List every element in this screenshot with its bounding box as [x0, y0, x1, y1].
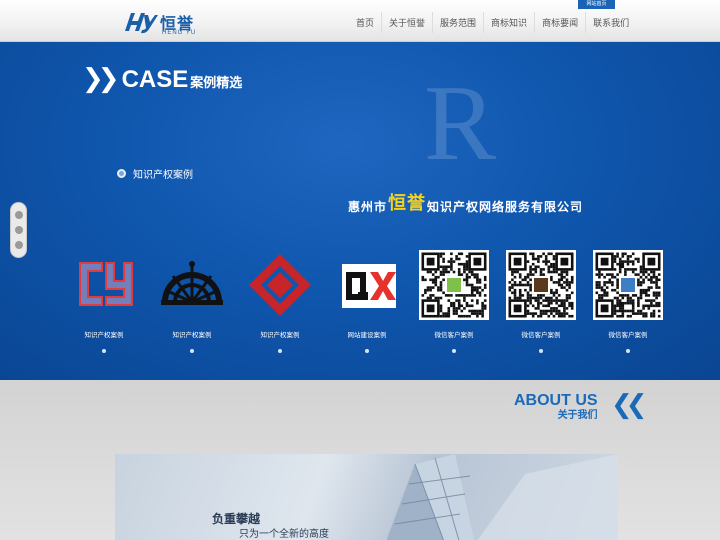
- qr-code-icon: [506, 250, 576, 320]
- nav-trademark-news[interactable]: 商标要闻: [534, 12, 585, 33]
- case-item-dot: [626, 349, 630, 353]
- case-title-en: CASE: [121, 66, 189, 93]
- case-list: 知识产权案例 知识产权案例 知识产权案例 网站建设案例 微信客户案例 微信客户案…: [60, 250, 680, 353]
- case-tagline-text: 知识产权案例: [133, 170, 193, 181]
- nav-trademark-knowledge[interactable]: 商标知识: [483, 12, 534, 33]
- logo-text-en: HENG YU: [162, 30, 197, 36]
- double-chevron-left-icon: ❮❮: [611, 390, 647, 420]
- site-header: 恒誉 HENG YU 首页 关于恒誉 服务范围 商标知识 商标要闻 联系我们 网…: [0, 0, 720, 42]
- case-item-label: 知识产权案例: [84, 331, 124, 339]
- home-badge-link[interactable]: 网站首页: [578, 0, 615, 9]
- case-item[interactable]: 网站建设案例: [323, 250, 411, 353]
- case-item-label: 微信客户案例: [521, 331, 561, 339]
- case-item-label: 知识产权案例: [260, 331, 300, 339]
- cy-logo-icon: [69, 250, 139, 320]
- company-name: 惠州市 恒誉 知识产权网络服务有限公司: [348, 189, 583, 215]
- red-diamond-logo-icon: [245, 250, 315, 320]
- case-tagline: 知识产权案例: [117, 166, 193, 181]
- case-item-label: 知识产权案例: [172, 331, 212, 339]
- qr-code-icon: [593, 250, 663, 320]
- case-item[interactable]: 知识产权案例: [148, 250, 236, 353]
- company-name-post: 知识产权网络服务有限公司: [427, 200, 584, 214]
- about-banner-image[interactable]: 负重攀越 只为一个全新的高度: [115, 454, 618, 540]
- case-item[interactable]: 知识产权案例: [60, 250, 148, 353]
- case-item-label: 微信客户案例: [434, 331, 474, 339]
- case-item[interactable]: 微信客户案例: [497, 250, 585, 353]
- nav-contact[interactable]: 联系我们: [585, 12, 636, 33]
- qr-code-icon: [419, 250, 489, 320]
- case-item-dot: [278, 349, 282, 353]
- case-item[interactable]: 微信客户案例: [584, 250, 672, 353]
- hy-logo-icon: [125, 13, 158, 34]
- about-image-line2: 只为一个全新的高度: [239, 529, 329, 540]
- company-name-pre: 惠州市: [348, 200, 388, 214]
- slider-dot-2[interactable]: [15, 226, 23, 234]
- about-title-en: ABOUT US: [514, 392, 598, 409]
- site-logo[interactable]: 恒誉 HENG YU: [122, 9, 202, 39]
- case-heading: ❯❯ CASE 案例精选: [82, 66, 242, 92]
- nav-services[interactable]: 服务范围: [432, 12, 483, 33]
- slider-dot-1[interactable]: [15, 211, 23, 219]
- case-item-dot: [102, 349, 106, 353]
- case-title-cn: 案例精选: [190, 76, 243, 91]
- watermark-r: R: [424, 64, 497, 183]
- qx-logo-icon: [332, 250, 402, 320]
- nav-home[interactable]: 首页: [349, 12, 381, 33]
- about-section: ABOUT US 关于我们 ❮❮ 负重攀越 只为一个全新的高度: [0, 380, 720, 540]
- company-name-highlight: 恒誉: [388, 193, 427, 214]
- nav-about[interactable]: 关于恒誉: [381, 12, 432, 33]
- building-glass-icon: [386, 454, 618, 540]
- about-title-cn: 关于我们: [557, 410, 598, 421]
- double-chevron-right-icon: ❯❯: [82, 64, 119, 94]
- case-item-dot: [365, 349, 369, 353]
- case-item-dot: [452, 349, 456, 353]
- case-item-label: 微信客户案例: [608, 331, 648, 339]
- bullet-dot-icon: [117, 169, 126, 178]
- case-item-label: 网站建设案例: [347, 331, 387, 339]
- case-section: R ❯❯ CASE 案例精选 知识产权案例 惠州市 恒誉 知识产权网络服务有限公…: [0, 42, 720, 380]
- case-item[interactable]: 微信客户案例: [410, 250, 498, 353]
- case-item-dot: [190, 349, 194, 353]
- slider-dot-3[interactable]: [15, 241, 23, 249]
- slider-dots-control[interactable]: [10, 202, 27, 258]
- ship-wheel-logo-icon: [157, 250, 227, 320]
- about-heading: ABOUT US 关于我们: [514, 392, 598, 422]
- case-item[interactable]: 知识产权案例: [236, 250, 324, 353]
- case-item-dot: [539, 349, 543, 353]
- main-nav: 首页 关于恒誉 服务范围 商标知识 商标要闻 联系我们: [349, 12, 636, 33]
